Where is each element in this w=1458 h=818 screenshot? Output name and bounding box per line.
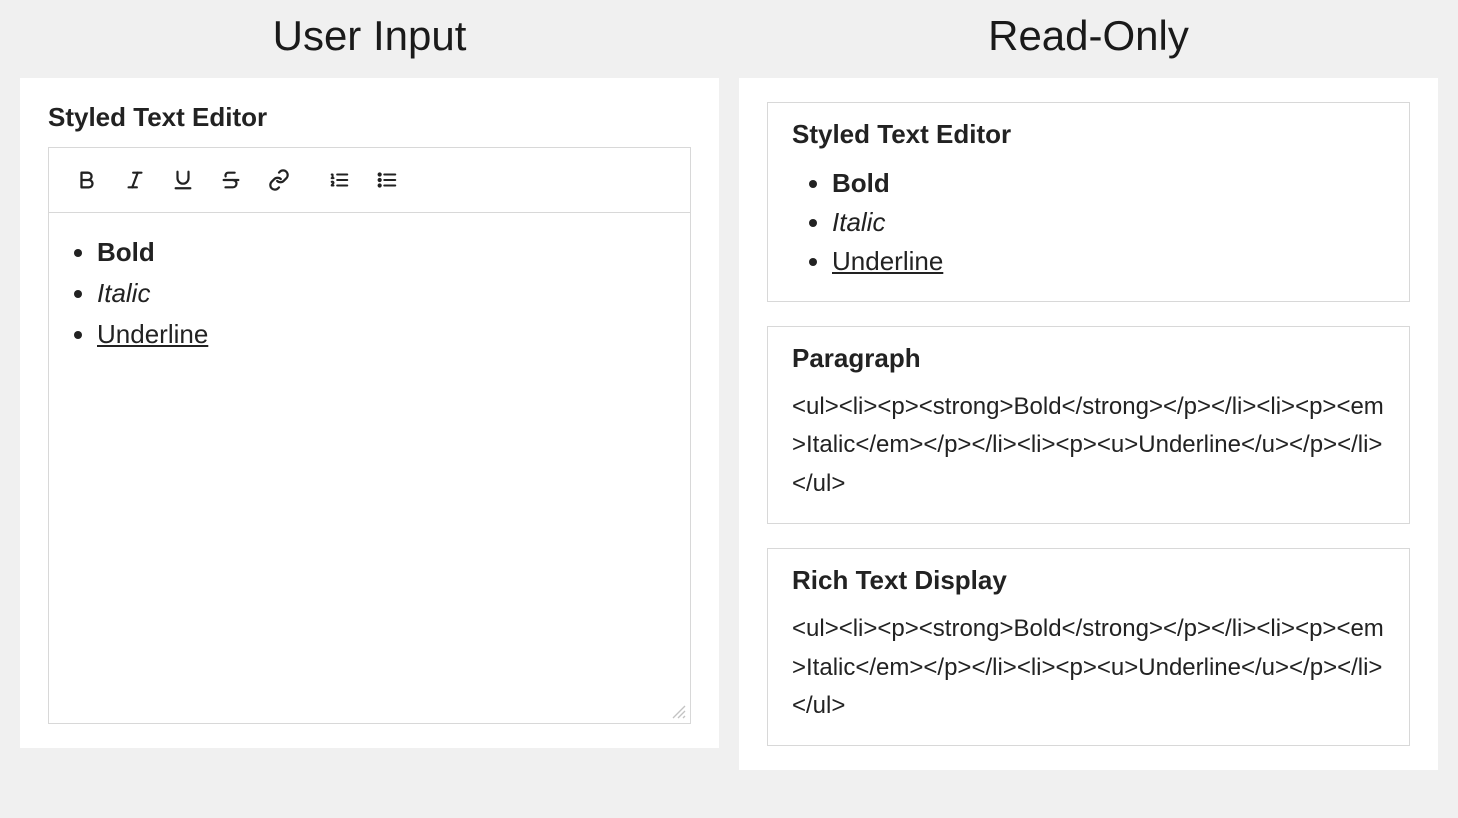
styled-list: Bold Italic Underline: [832, 164, 1385, 281]
list-item: Italic: [832, 203, 1385, 242]
user-input-heading: User Input: [20, 12, 719, 60]
italic-button[interactable]: [111, 160, 159, 200]
list-item: Underline: [832, 242, 1385, 281]
styled-card-title: Styled Text Editor: [792, 119, 1385, 150]
bold-icon: [76, 169, 98, 191]
user-input-column: User Input Styled Text Editor: [20, 2, 719, 770]
rich-text-card: Rich Text Display <ul><li><p><strong>Bol…: [767, 548, 1410, 746]
styled-underline-text: Underline: [832, 246, 943, 276]
strikethrough-button[interactable]: [207, 160, 255, 200]
editor-content-area[interactable]: Bold Italic Underline: [49, 213, 690, 723]
resize-grip-icon[interactable]: [670, 703, 686, 719]
read-only-panel: Styled Text Editor Bold Italic Underline…: [739, 78, 1438, 770]
editor-title: Styled Text Editor: [48, 102, 691, 133]
editor-list: Bold Italic Underline: [97, 233, 670, 354]
list-item: Bold: [832, 164, 1385, 203]
editor-toolbar: [49, 148, 690, 213]
rich-text-raw-html: <ul><li><p><strong>Bold</strong></p></li…: [792, 610, 1385, 725]
paragraph-card: Paragraph <ul><li><p><strong>Bold</stron…: [767, 326, 1410, 524]
editor-text-underline: Underline: [97, 319, 208, 349]
read-only-column: Read-Only Styled Text Editor Bold Italic…: [739, 2, 1438, 770]
paragraph-card-title: Paragraph: [792, 343, 1385, 374]
read-only-heading: Read-Only: [739, 12, 1438, 60]
styled-bold-text: Bold: [832, 168, 890, 198]
underline-button[interactable]: [159, 160, 207, 200]
user-input-panel: Styled Text Editor: [20, 78, 719, 748]
italic-icon: [124, 169, 146, 191]
list-item: Italic: [97, 274, 670, 313]
editor-text-italic: Italic: [97, 278, 150, 308]
editor-text-bold: Bold: [97, 237, 155, 267]
paragraph-raw-html: <ul><li><p><strong>Bold</strong></p></li…: [792, 388, 1385, 503]
underline-icon: [172, 169, 194, 191]
ordered-list-button[interactable]: [315, 160, 363, 200]
rich-text-card-title: Rich Text Display: [792, 565, 1385, 596]
list-item: Underline: [97, 315, 670, 354]
unordered-list-button[interactable]: [363, 160, 411, 200]
ordered-list-icon: [328, 169, 350, 191]
styled-text-editor: Bold Italic Underline: [48, 147, 691, 724]
list-item: Bold: [97, 233, 670, 272]
bold-button[interactable]: [63, 160, 111, 200]
link-button[interactable]: [255, 160, 303, 200]
unordered-list-icon: [376, 169, 398, 191]
styled-italic-text: Italic: [832, 207, 885, 237]
strikethrough-icon: [220, 169, 242, 191]
link-icon: [268, 169, 290, 191]
styled-editor-card: Styled Text Editor Bold Italic Underline: [767, 102, 1410, 302]
